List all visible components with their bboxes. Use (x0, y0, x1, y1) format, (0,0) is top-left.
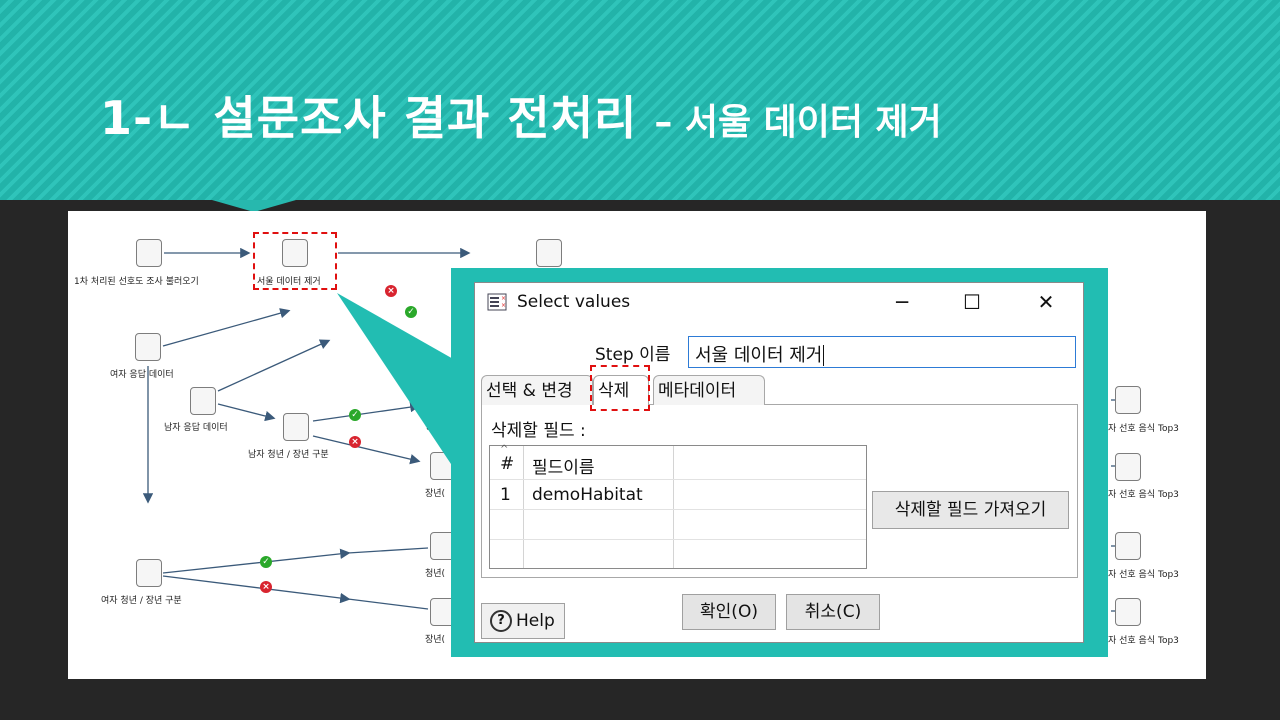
help-icon: ? (490, 610, 512, 632)
fields-table: # ^ 필드이름 1 demoHabitat (489, 444, 867, 569)
maximize-icon[interactable]: ☐ (957, 289, 987, 315)
close-icon[interactable]: ✕ (1031, 289, 1061, 315)
dialog-titlebar: × × Select values ─ ☐ ✕ (475, 283, 1083, 321)
svg-text:×: × (501, 295, 506, 302)
select-values-dialog: × × Select values ─ ☐ ✕ Step 이름 서울 데이터 제… (474, 282, 1084, 643)
select-values-icon: × × (487, 293, 507, 311)
get-fields-to-remove-button[interactable]: 삭제할 필드 가져오기 (872, 491, 1069, 529)
tab-highlight-box (590, 365, 650, 411)
help-button[interactable]: ? Help (481, 603, 565, 639)
table-header-row: # ^ 필드이름 (490, 444, 866, 480)
sort-caret-icon: ^ (500, 444, 509, 455)
col-header-field-name[interactable]: 필드이름 (532, 453, 595, 478)
table-row-empty[interactable] (490, 540, 866, 568)
tab-select-change[interactable]: 선택 & 변경 (481, 375, 593, 405)
tab-metadata[interactable]: 메타데이터 (653, 375, 765, 405)
row-field-name[interactable]: demoHabitat (532, 485, 643, 505)
fields-to-remove-label: 삭제할 필드 : (491, 421, 586, 441)
step-name-value: 서울 데이터 제거 (695, 345, 823, 366)
help-label: Help (516, 611, 555, 631)
step-name-input[interactable]: 서울 데이터 제거 (688, 336, 1076, 368)
step-name-label: Step 이름 (595, 345, 671, 365)
dialog-title: Select values (517, 292, 631, 312)
minimize-icon[interactable]: ─ (887, 289, 917, 315)
row-index: 1 (500, 485, 511, 505)
ok-button[interactable]: 확인(O) (682, 594, 776, 630)
table-row-empty[interactable] (490, 510, 866, 540)
svg-text:×: × (501, 302, 506, 309)
col-header-index: # (500, 454, 515, 474)
table-row[interactable]: 1 demoHabitat (490, 480, 866, 510)
cancel-button[interactable]: 취소(C) (786, 594, 880, 630)
